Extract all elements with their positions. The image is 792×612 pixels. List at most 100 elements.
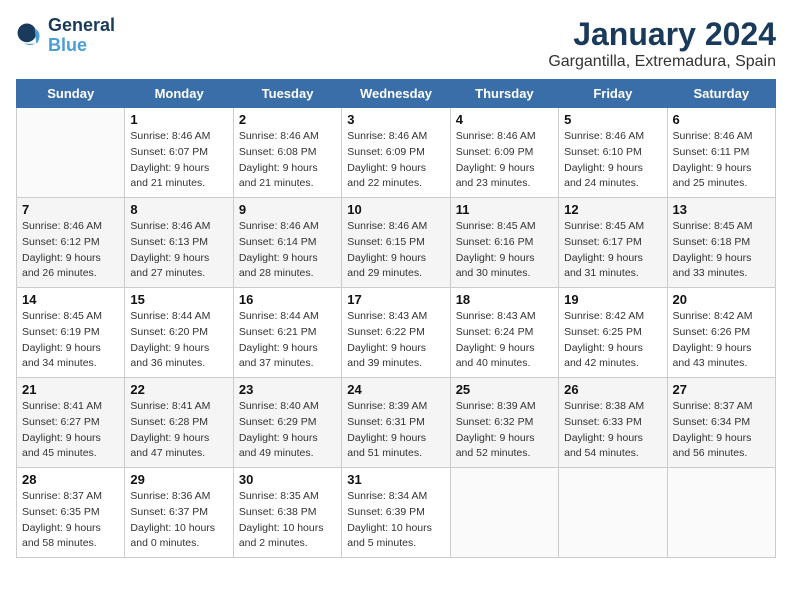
day-number: 21: [22, 382, 119, 397]
day-number: 28: [22, 472, 119, 487]
header-sunday: Sunday: [17, 80, 125, 108]
cell-w1-d1: 1 Sunrise: 8:46 AM Sunset: 6:07 PM Daylig…: [125, 108, 233, 198]
cell-w1-d4: 4 Sunrise: 8:46 AM Sunset: 6:09 PM Daylig…: [450, 108, 558, 198]
day-number: 11: [456, 202, 553, 217]
day-number: 9: [239, 202, 336, 217]
week-row-2: 7 Sunrise: 8:46 AM Sunset: 6:12 PM Daylig…: [17, 198, 776, 288]
day-info: Sunrise: 8:46 AM Sunset: 6:11 PM Dayligh…: [673, 129, 770, 192]
day-info: Sunrise: 8:41 AM Sunset: 6:27 PM Dayligh…: [22, 399, 119, 462]
cell-w4-d1: 22Sunrise: 8:41 AM Sunset: 6:28 PM Dayli…: [125, 378, 233, 468]
cell-w4-d6: 27 Sunrise: 8:37 AM Sunset: 6:34 PM Dayli…: [667, 378, 775, 468]
day-info: Sunrise: 8:46 AM Sunset: 6:08 PM Dayligh…: [239, 129, 336, 192]
logo-icon: [16, 22, 44, 50]
day-number: 27: [673, 382, 770, 397]
day-number: 4: [456, 112, 553, 127]
day-number: 12: [564, 202, 661, 217]
cell-w1-d3: 3Sunrise: 8:46 AM Sunset: 6:09 PM Daylig…: [342, 108, 450, 198]
cell-w3-d1: 15 Sunrise: 8:44 AM Sunset: 6:20 PM Dayli…: [125, 288, 233, 378]
cell-w2-d6: 13Sunrise: 8:45 AM Sunset: 6:18 PM Dayli…: [667, 198, 775, 288]
week-row-4: 21 Sunrise: 8:41 AM Sunset: 6:27 PM Dayli…: [17, 378, 776, 468]
cell-w5-d6: [667, 468, 775, 558]
day-number: 20: [673, 292, 770, 307]
calendar-table: Sunday Monday Tuesday Wednesday Thursday…: [16, 79, 776, 558]
day-info: Sunrise: 8:34 AM Sunset: 6:39 PM Dayligh…: [347, 489, 444, 552]
logo-line1: General: [48, 16, 115, 36]
cell-w2-d5: 12 Sunrise: 8:45 AM Sunset: 6:17 PM Dayli…: [559, 198, 667, 288]
day-number: 17: [347, 292, 444, 307]
cell-w3-d2: 16 Sunrise: 8:44 AM Sunset: 6:21 PM Dayli…: [233, 288, 341, 378]
cell-w5-d4: [450, 468, 558, 558]
day-info: Sunrise: 8:46 AM Sunset: 6:07 PM Dayligh…: [130, 129, 227, 192]
day-number: 16: [239, 292, 336, 307]
day-info: Sunrise: 8:46 AM Sunset: 6:09 PM Dayligh…: [456, 129, 553, 192]
day-number: 3: [347, 112, 444, 127]
cell-w2-d1: 8 Sunrise: 8:46 AM Sunset: 6:13 PM Daylig…: [125, 198, 233, 288]
cell-w3-d5: 19Sunrise: 8:42 AM Sunset: 6:25 PM Dayli…: [559, 288, 667, 378]
day-number: 26: [564, 382, 661, 397]
cell-w3-d6: 20Sunrise: 8:42 AM Sunset: 6:26 PM Dayli…: [667, 288, 775, 378]
day-number: 10: [347, 202, 444, 217]
day-info: Sunrise: 8:39 AM Sunset: 6:32 PM Dayligh…: [456, 399, 553, 462]
logo-line2: Blue: [48, 35, 87, 55]
day-number: 7: [22, 202, 119, 217]
weekday-header-row: Sunday Monday Tuesday Wednesday Thursday…: [17, 80, 776, 108]
day-info: Sunrise: 8:43 AM Sunset: 6:22 PM Dayligh…: [347, 309, 444, 372]
week-row-1: 1 Sunrise: 8:46 AM Sunset: 6:07 PM Daylig…: [17, 108, 776, 198]
day-number: 22: [130, 382, 227, 397]
day-info: Sunrise: 8:46 AM Sunset: 6:15 PM Dayligh…: [347, 219, 444, 282]
page-header: General Blue January 2024 Gargantilla, E…: [16, 16, 776, 71]
day-info: Sunrise: 8:39 AM Sunset: 6:31 PM Dayligh…: [347, 399, 444, 462]
cell-w5-d3: 31 Sunrise: 8:34 AM Sunset: 6:39 PM Dayli…: [342, 468, 450, 558]
day-info: Sunrise: 8:46 AM Sunset: 6:12 PM Dayligh…: [22, 219, 119, 282]
day-info: Sunrise: 8:44 AM Sunset: 6:20 PM Dayligh…: [130, 309, 227, 372]
logo: General Blue: [16, 16, 115, 56]
header-thursday: Thursday: [450, 80, 558, 108]
cell-w5-d5: [559, 468, 667, 558]
cell-w5-d2: 30Sunrise: 8:35 AM Sunset: 6:38 PM Dayli…: [233, 468, 341, 558]
day-number: 31: [347, 472, 444, 487]
calendar-title: January 2024: [548, 16, 776, 53]
cell-w2-d2: 9 Sunrise: 8:46 AM Sunset: 6:14 PM Daylig…: [233, 198, 341, 288]
day-number: 8: [130, 202, 227, 217]
day-number: 18: [456, 292, 553, 307]
cell-w1-d2: 2 Sunrise: 8:46 AM Sunset: 6:08 PM Daylig…: [233, 108, 341, 198]
cell-w3-d3: 17 Sunrise: 8:43 AM Sunset: 6:22 PM Dayli…: [342, 288, 450, 378]
day-info: Sunrise: 8:43 AM Sunset: 6:24 PM Dayligh…: [456, 309, 553, 372]
day-number: 6: [673, 112, 770, 127]
header-saturday: Saturday: [667, 80, 775, 108]
header-wednesday: Wednesday: [342, 80, 450, 108]
day-number: 1: [130, 112, 227, 127]
day-info: Sunrise: 8:44 AM Sunset: 6:21 PM Dayligh…: [239, 309, 336, 372]
day-number: 25: [456, 382, 553, 397]
day-info: Sunrise: 8:46 AM Sunset: 6:13 PM Dayligh…: [130, 219, 227, 282]
cell-w4-d4: 25 Sunrise: 8:39 AM Sunset: 6:32 PM Dayli…: [450, 378, 558, 468]
cell-w2-d0: 7 Sunrise: 8:46 AM Sunset: 6:12 PM Daylig…: [17, 198, 125, 288]
day-info: Sunrise: 8:45 AM Sunset: 6:17 PM Dayligh…: [564, 219, 661, 282]
week-row-3: 14Sunrise: 8:45 AM Sunset: 6:19 PM Dayli…: [17, 288, 776, 378]
day-info: Sunrise: 8:45 AM Sunset: 6:16 PM Dayligh…: [456, 219, 553, 282]
title-area: January 2024 Gargantilla, Extremadura, S…: [548, 16, 776, 71]
cell-w4-d5: 26Sunrise: 8:38 AM Sunset: 6:33 PM Dayli…: [559, 378, 667, 468]
cell-w2-d3: 10 Sunrise: 8:46 AM Sunset: 6:15 PM Dayli…: [342, 198, 450, 288]
day-info: Sunrise: 8:46 AM Sunset: 6:14 PM Dayligh…: [239, 219, 336, 282]
day-number: 5: [564, 112, 661, 127]
cell-w4-d2: 23Sunrise: 8:40 AM Sunset: 6:29 PM Dayli…: [233, 378, 341, 468]
day-info: Sunrise: 8:46 AM Sunset: 6:10 PM Dayligh…: [564, 129, 661, 192]
day-number: 24: [347, 382, 444, 397]
cell-w1-d6: 6 Sunrise: 8:46 AM Sunset: 6:11 PM Daylig…: [667, 108, 775, 198]
day-number: 14: [22, 292, 119, 307]
header-monday: Monday: [125, 80, 233, 108]
day-number: 19: [564, 292, 661, 307]
cell-w1-d5: 5 Sunrise: 8:46 AM Sunset: 6:10 PM Daylig…: [559, 108, 667, 198]
header-friday: Friday: [559, 80, 667, 108]
day-number: 15: [130, 292, 227, 307]
day-info: Sunrise: 8:45 AM Sunset: 6:18 PM Dayligh…: [673, 219, 770, 282]
day-number: 2: [239, 112, 336, 127]
cell-w3-d4: 18 Sunrise: 8:43 AM Sunset: 6:24 PM Dayli…: [450, 288, 558, 378]
day-number: 23: [239, 382, 336, 397]
cell-w4-d3: 24 Sunrise: 8:39 AM Sunset: 6:31 PM Dayli…: [342, 378, 450, 468]
day-info: Sunrise: 8:37 AM Sunset: 6:34 PM Dayligh…: [673, 399, 770, 462]
cell-w1-d0: [17, 108, 125, 198]
cell-w4-d0: 21 Sunrise: 8:41 AM Sunset: 6:27 PM Dayli…: [17, 378, 125, 468]
day-number: 29: [130, 472, 227, 487]
